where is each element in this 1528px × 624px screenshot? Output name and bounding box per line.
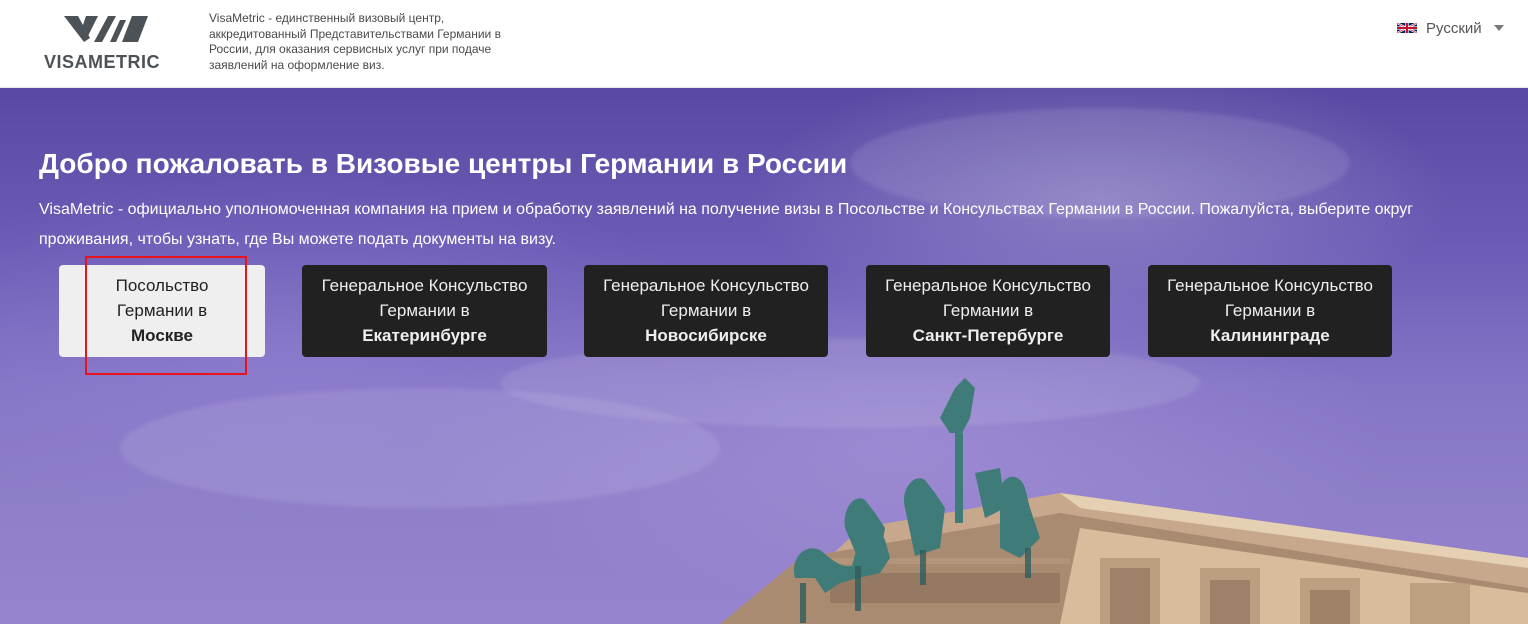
location-button-saint-petersburg[interactable]: Генеральное Консульство Германии в Санкт… <box>866 265 1110 357</box>
location-line2: Германии в <box>942 301 1034 320</box>
location-city: Екатеринбурге <box>362 326 487 345</box>
hero-section: Добро пожаловать в Визовые центры Герман… <box>0 88 1528 624</box>
location-line1: Генеральное Консульство <box>1167 276 1373 295</box>
language-label: Русский <box>1426 19 1482 37</box>
language-selector[interactable]: Русский <box>1397 18 1504 38</box>
location-city: Новосибирске <box>645 326 767 345</box>
header-tagline: VisaMetric - единственный визовый центр,… <box>209 11 501 72</box>
hero-title: Добро пожаловать в Визовые центры Герман… <box>39 148 848 179</box>
location-line2: Германии в <box>379 301 470 320</box>
logo-text: VISAMETRIC <box>44 52 161 72</box>
chevron-down-icon <box>1493 25 1504 31</box>
location-button-yekaterinburg[interactable]: Генеральное Консульство Германии в Екате… <box>302 265 547 357</box>
visametric-logo-icon <box>64 16 148 42</box>
visametric-logo[interactable]: VISAMETRIC <box>44 14 170 74</box>
location-line1: Генеральное Консульство <box>321 276 528 295</box>
uk-flag-icon <box>1397 22 1417 34</box>
location-button-novosibirsk[interactable]: Генеральное Консульство Германии в Новос… <box>584 265 828 357</box>
location-city: Санкт-Петербурге <box>912 326 1064 345</box>
location-line1: Генеральное Консульство <box>885 276 1091 295</box>
site-header: VISAMETRIC VisaMetric - единственный виз… <box>0 0 1528 88</box>
location-button-kaliningrad[interactable]: Генеральное Консульство Германии в Калин… <box>1148 265 1392 357</box>
location-line2: Германии в <box>660 301 752 320</box>
location-line2: Германии в <box>116 301 208 320</box>
location-line1: Генеральное Консульство <box>603 276 809 295</box>
location-button-moscow[interactable]: Посольство Германии в Москве <box>59 265 265 357</box>
location-city: Калининграде <box>1210 326 1330 345</box>
location-city: Москве <box>131 326 193 345</box>
location-line1: Посольство <box>115 276 209 295</box>
location-line2: Германии в <box>1224 301 1316 320</box>
hero-description: VisaMetric - официально уполномоченная к… <box>39 201 1414 248</box>
